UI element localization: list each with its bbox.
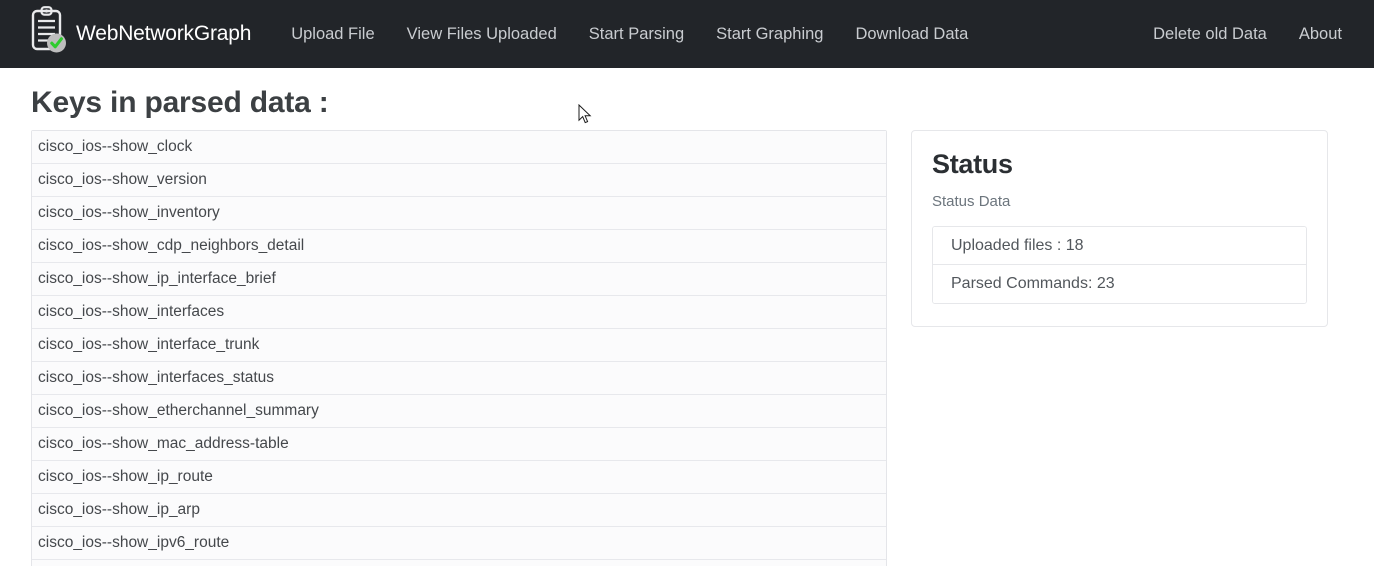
clipboard-check-icon <box>26 5 72 63</box>
nav-item: Start Parsing <box>573 17 700 52</box>
list-item: cisco_ios--show_version <box>32 164 886 197</box>
list-item: cisco_ios--show_ip_route <box>32 461 886 494</box>
nav-item: About <box>1283 17 1358 52</box>
nav-item: Delete old Data <box>1137 17 1283 52</box>
list-item: cisco_ios--show_ipv6_route <box>32 527 886 560</box>
nav-item: Download Data <box>839 17 984 52</box>
nav-link-start-parsing[interactable]: Start Parsing <box>573 17 700 52</box>
list-item: cisco_ios--show_mac_address-table <box>32 428 886 461</box>
list-item: cisco_ios--show_ipv6_neighbors <box>32 560 886 566</box>
nav-item: Start Graphing <box>700 17 839 52</box>
page-title: Keys in parsed data : <box>31 86 329 119</box>
status-metrics-list: Uploaded files : 18 Parsed Commands: 23 <box>932 226 1307 305</box>
status-metric-item: Parsed Commands: 23 <box>933 265 1306 304</box>
page-content: Keys in parsed data : cisco_ios--show_cl… <box>0 68 1374 566</box>
primary-nav: Upload File View Files Uploaded Start Pa… <box>275 17 984 52</box>
list-item: cisco_ios--show_interface_trunk <box>32 329 886 362</box>
top-navbar: WebNetworkGraph Upload File View Files U… <box>0 0 1374 68</box>
keys-column: cisco_ios--show_clock cisco_ios--show_ver… <box>0 130 887 566</box>
list-item: cisco_ios--show_clock <box>32 131 886 164</box>
nav-link-view-files-uploaded[interactable]: View Files Uploaded <box>391 17 573 52</box>
status-card-subtitle: Status Data <box>932 193 1011 211</box>
nav-item: View Files Uploaded <box>391 17 573 52</box>
nav-link-start-graphing[interactable]: Start Graphing <box>700 17 839 52</box>
parsed-keys-list: cisco_ios--show_clock cisco_ios--show_ver… <box>31 130 887 566</box>
list-item: cisco_ios--show_cdp_neighbors_detail <box>32 230 886 263</box>
list-item: cisco_ios--show_inventory <box>32 197 886 230</box>
content-columns: cisco_ios--show_clock cisco_ios--show_ver… <box>0 130 1374 566</box>
secondary-nav: Delete old Data About <box>1137 17 1358 52</box>
list-item: cisco_ios--show_interfaces_status <box>32 362 886 395</box>
nav-item: Upload File <box>275 17 390 52</box>
list-item: cisco_ios--show_etherchannel_summary <box>32 395 886 428</box>
nav-link-upload-file[interactable]: Upload File <box>275 17 390 52</box>
list-item: cisco_ios--show_interfaces <box>32 296 886 329</box>
list-item: cisco_ios--show_ip_arp <box>32 494 886 527</box>
nav-link-delete-old-data[interactable]: Delete old Data <box>1137 17 1283 52</box>
status-card-title: Status <box>932 149 1013 179</box>
status-metric-item: Uploaded files : 18 <box>933 227 1306 266</box>
list-item: cisco_ios--show_ip_interface_brief <box>32 263 886 296</box>
nav-link-about[interactable]: About <box>1283 17 1358 52</box>
brand-title: WebNetworkGraph <box>76 22 252 45</box>
status-column: Status Status Data Uploaded files : 18 Pa… <box>887 130 1328 328</box>
status-card: Status Status Data Uploaded files : 18 Pa… <box>911 130 1328 328</box>
nav-link-download-data[interactable]: Download Data <box>839 17 984 52</box>
brand-home-link[interactable]: WebNetworkGraph <box>26 5 251 63</box>
